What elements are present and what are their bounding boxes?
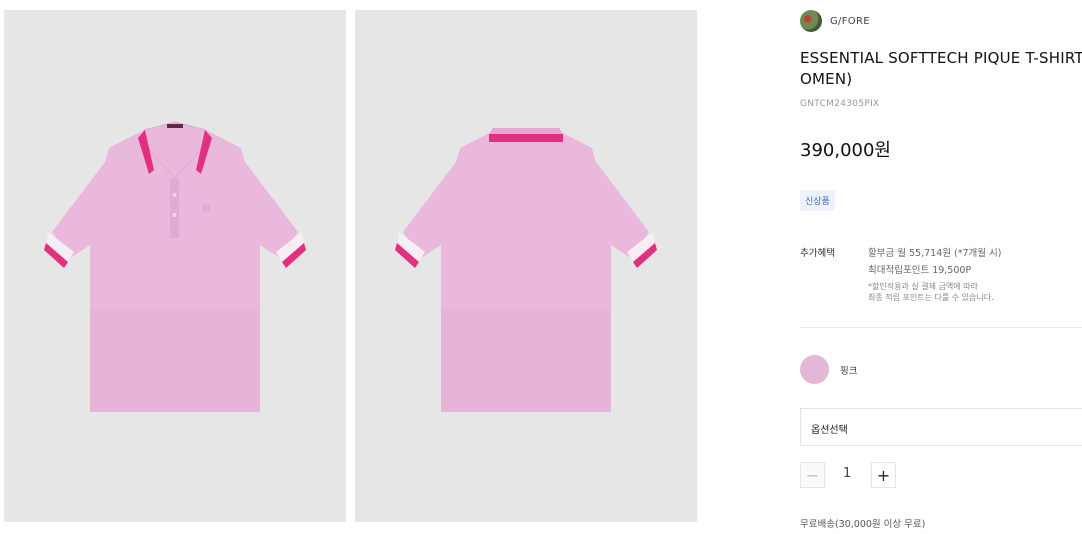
brand-link[interactable]: G/FORE (800, 10, 870, 32)
points-note: *할인적용과 실 결제 금액에 따라 최종 적립 포인트는 다를 수 있습니다. (868, 282, 994, 302)
product-image-back[interactable] (355, 10, 697, 522)
product-code: GNTCM24305PIX (800, 99, 880, 109)
option-select-dropdown[interactable]: 옵션선택 (800, 408, 1082, 446)
installment-info: 할부금 월 55,714원 (*7개월 시) (868, 248, 1002, 259)
benefits-label: 추가혜택 (800, 248, 835, 259)
product-title: ESSENTIAL SOFTTECH PIQUE T-SHIRT (W OMEN… (800, 49, 1082, 88)
color-name: 핑크 (840, 366, 858, 377)
brand-logo-icon (800, 10, 822, 32)
quantity-increase-button[interactable]: + (871, 462, 896, 488)
divider (800, 327, 1082, 328)
product-price: 390,000원 (800, 140, 891, 161)
brand-name: G/FORE (830, 15, 870, 27)
quantity-decrease-button[interactable]: − (800, 462, 825, 488)
shipping-info: 무료배송(30,000원 이상 무료) (800, 519, 926, 530)
quantity-value: 1 (843, 466, 852, 481)
shirt-back-illustration (395, 128, 657, 412)
shirt-front-illustration (44, 121, 306, 412)
product-image-front[interactable] (4, 10, 346, 522)
option-select-placeholder: 옵션선택 (811, 425, 848, 436)
color-swatch-pink[interactable] (800, 355, 829, 384)
new-badge: 신상품 (800, 190, 835, 211)
max-points-info: 최대적립포인트 19,500P (868, 265, 972, 276)
